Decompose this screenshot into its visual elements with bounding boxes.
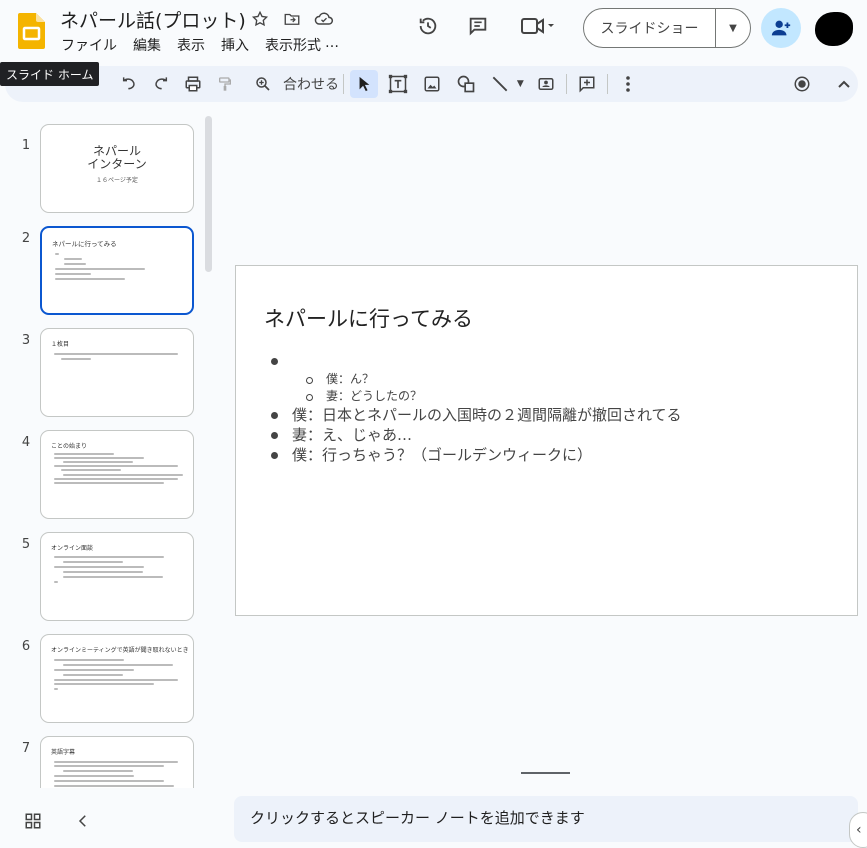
thumb-title: オンラインミーティングで英語が聞き取れないとき <box>51 647 189 654</box>
slide-thumbnail-2[interactable]: 2 ネパールに行ってみる <box>0 226 200 318</box>
more-vert-icon[interactable] <box>614 70 642 98</box>
thumbnail-frame[interactable]: １枚目 <box>40 328 194 417</box>
menu-more[interactable]: … <box>325 35 339 55</box>
slide-number: 7 <box>21 741 31 756</box>
star-icon[interactable] <box>250 9 270 29</box>
slide-number: 1 <box>21 138 31 153</box>
menu-format[interactable]: 表示形式 <box>265 35 321 55</box>
thumbnail-frame[interactable]: オンラインミーティングで英語が聞き取れないとき <box>40 634 194 723</box>
bullet-item[interactable]: 僕：行っちゃう？（ゴールデンウィークに） <box>268 445 682 465</box>
sub-bullet-item[interactable]: 僕：ん？ <box>268 371 682 388</box>
speaker-notes[interactable]: クリックするとスピーカー ノートを追加できます <box>234 796 858 842</box>
menu-view[interactable]: 表示 <box>177 35 205 55</box>
divider <box>607 74 608 94</box>
menu-insert[interactable]: 挿入 <box>221 35 249 55</box>
paint-format-icon[interactable] <box>211 70 239 98</box>
slide-thumbnail-1[interactable]: 1 ネパール インターン １６ページ予定 <box>0 124 200 216</box>
version-history-icon[interactable] <box>410 8 446 44</box>
filmstrip: 1 ネパール インターン １６ページ予定 2 ネパールに行ってみる 3 １枚目 … <box>0 112 217 788</box>
header: ネパール話(プロット) ファイル 編集 表示 挿入 表示形式 … スライドショー… <box>0 0 867 62</box>
collapse-filmstrip-icon[interactable] <box>74 812 92 830</box>
thumbnail-frame[interactable]: ことの始まり <box>40 430 194 519</box>
thumb-title: オンライン面談 <box>51 545 94 552</box>
add-comment-icon[interactable] <box>573 70 601 98</box>
sub-bullet-item[interactable]: 妻：どうしたの？ <box>268 388 682 405</box>
line-icon[interactable] <box>486 70 514 98</box>
move-to-folder-icon[interactable] <box>282 9 302 29</box>
meet-icon[interactable] <box>514 8 562 44</box>
add-person-icon <box>771 20 791 36</box>
text-box-icon[interactable] <box>384 70 412 98</box>
thumb-subtitle: １６ページ予定 <box>96 177 138 184</box>
share-button[interactable] <box>761 8 801 48</box>
record-icon[interactable] <box>788 70 816 98</box>
tooltip: スライド ホーム <box>0 62 100 86</box>
thumbnail-frame[interactable]: 英語字幕 <box>40 736 194 788</box>
bullet-item[interactable] <box>268 351 682 371</box>
slideshow-label[interactable]: スライドショー <box>584 9 716 47</box>
slide-thumbnail-7[interactable]: 7 英語字幕 <box>0 736 200 788</box>
thumb-title: ことの始まり <box>51 443 87 450</box>
slide-number: 3 <box>21 333 31 348</box>
thumb-title: １枚目 <box>51 341 70 348</box>
thumbnail-frame[interactable]: ネパール インターン １６ページ予定 <box>40 124 194 213</box>
zoom-label: 合わせる <box>283 77 338 93</box>
zoom-icon[interactable] <box>249 70 277 98</box>
side-panel-toggle-icon[interactable]: ‹ <box>849 812 867 848</box>
slide-number: 6 <box>21 639 31 654</box>
slide-number: 4 <box>21 435 31 450</box>
slide-number: 5 <box>21 537 31 552</box>
slide-thumbnail-3[interactable]: 3 １枚目 <box>0 328 200 420</box>
divider <box>343 74 345 94</box>
divider <box>566 74 568 94</box>
menu-edit[interactable]: 編集 <box>133 35 161 55</box>
slide-thumbnail-4[interactable]: 4 ことの始まり <box>0 430 200 522</box>
cloud-saved-icon[interactable] <box>314 9 334 29</box>
slideshow-button[interactable]: スライドショー ▼ <box>583 8 751 48</box>
notes-resize-handle[interactable] <box>521 772 570 774</box>
slide-body[interactable]: 僕：ん？ 妻：どうしたの？ 僕：日本とネパールの入国時の２週間隔離が撤回されてる… <box>268 351 682 465</box>
slide-canvas[interactable]: ネパールに行ってみる 僕：ん？ 妻：どうしたの？ 僕：日本とネパールの入国時の２… <box>235 265 858 616</box>
chevron-down-icon[interactable]: ▼ <box>716 23 750 34</box>
slide-title[interactable]: ネパールに行ってみる <box>264 303 473 333</box>
image-icon[interactable] <box>418 70 446 98</box>
bullet-item[interactable]: 僕：日本とネパールの入国時の２週間隔離が撤回されてる <box>268 405 682 425</box>
slides-logo-icon[interactable] <box>18 13 45 49</box>
speaker-notes-placeholder: クリックするとスピーカー ノートを追加できます <box>250 809 585 827</box>
insert-video-icon[interactable] <box>532 70 560 98</box>
avatar[interactable] <box>815 12 853 46</box>
thumbnail-frame[interactable]: オンライン面談 <box>40 532 194 621</box>
shape-icon[interactable] <box>452 70 480 98</box>
chevron-down-icon[interactable]: ▼ <box>514 70 526 98</box>
comments-icon[interactable] <box>460 8 496 44</box>
filmstrip-scrollbar[interactable] <box>205 116 212 272</box>
slide-thumbnail-6[interactable]: 6 オンラインミーティングで英語が聞き取れないとき <box>0 634 200 726</box>
undo-icon[interactable] <box>115 70 143 98</box>
select-tool-icon[interactable] <box>350 70 379 98</box>
print-icon[interactable] <box>179 70 207 98</box>
slide-number: 2 <box>21 231 31 246</box>
thumb-title: 英語字幕 <box>51 749 76 756</box>
toolbar: 合わせる▼ ▼ <box>5 66 858 102</box>
zoom-select[interactable]: 合わせる▼ <box>283 70 337 98</box>
thumbnail-frame[interactable]: ネパールに行ってみる <box>40 226 194 315</box>
menu-bar: ファイル 編集 表示 挿入 表示形式 … <box>61 35 339 55</box>
document-title[interactable]: ネパール話(プロット) <box>60 6 246 33</box>
redo-icon[interactable] <box>147 70 175 98</box>
slide-thumbnail-5[interactable]: 5 オンライン面談 <box>0 532 200 624</box>
thumb-title: ネパールに行ってみる <box>52 240 117 248</box>
bullet-item[interactable]: 妻：え、じゃあ… <box>268 425 682 445</box>
grid-view-icon[interactable] <box>24 812 42 830</box>
menu-file[interactable]: ファイル <box>61 35 117 55</box>
collapse-toolbar-icon[interactable] <box>830 70 858 98</box>
thumb-title: ネパール インターン <box>87 144 147 171</box>
